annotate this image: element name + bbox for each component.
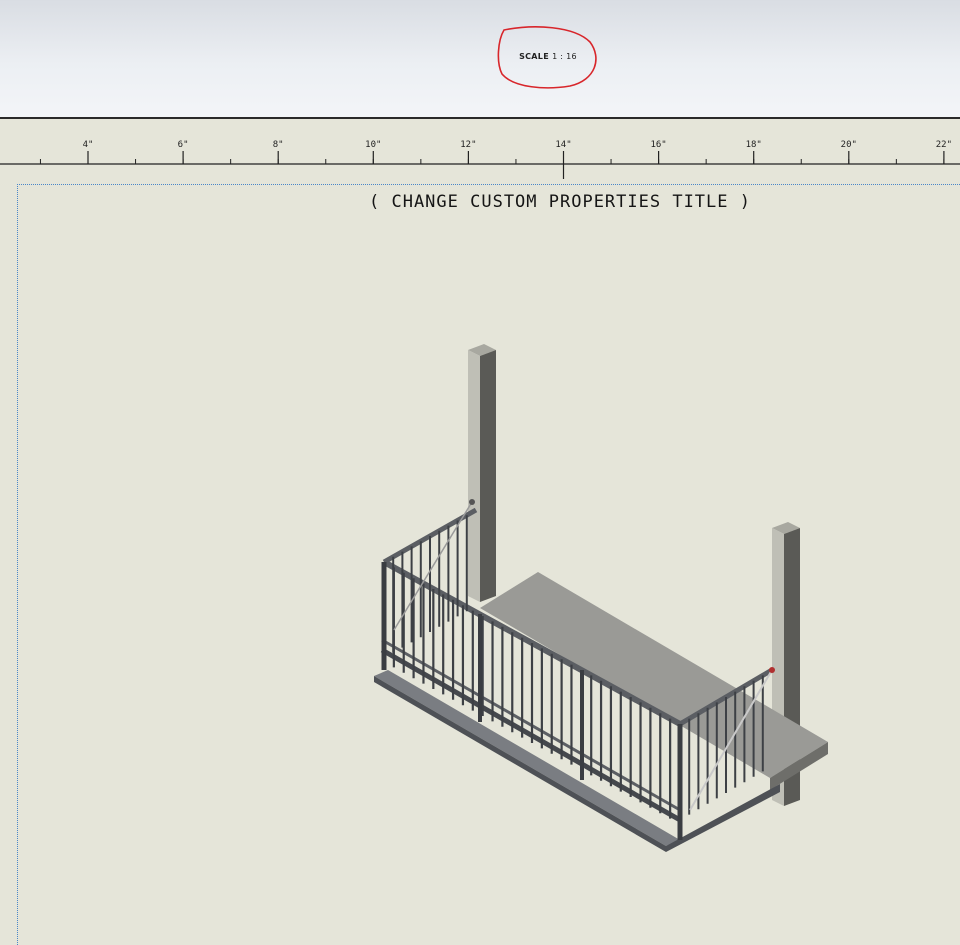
drawing-title[interactable]: ( CHANGE CUSTOM PROPERTIES TITLE )	[340, 192, 780, 212]
scale-value: 1 : 16	[552, 52, 577, 61]
balcony-render	[374, 344, 828, 852]
horizontal-ruler[interactable]: 4" 6" 8" 10" 12" 14" 16" 18" 20" 22"	[0, 119, 960, 179]
balcony-model-view[interactable]	[360, 340, 840, 864]
scale-label[interactable]: SCALE 1 : 16	[500, 52, 596, 61]
ruler-tick-label: 12"	[460, 140, 476, 150]
ruler-tick-label: 14"	[555, 140, 571, 150]
view-header: SCALE 1 : 16	[0, 0, 960, 119]
ruler-tick-label: 20"	[841, 140, 857, 150]
ruler-tick-label: 22"	[936, 140, 952, 150]
ruler-tick-label: 10"	[365, 140, 381, 150]
ruler-tick-label: 8"	[273, 140, 284, 150]
ruler-tick-label: 4"	[83, 140, 94, 150]
ruler-tick-label: 6"	[178, 140, 189, 150]
ruler-tick-label: 16"	[650, 140, 666, 150]
ruler-tick-label: 18"	[746, 140, 762, 150]
scale-prefix: SCALE	[519, 52, 549, 61]
